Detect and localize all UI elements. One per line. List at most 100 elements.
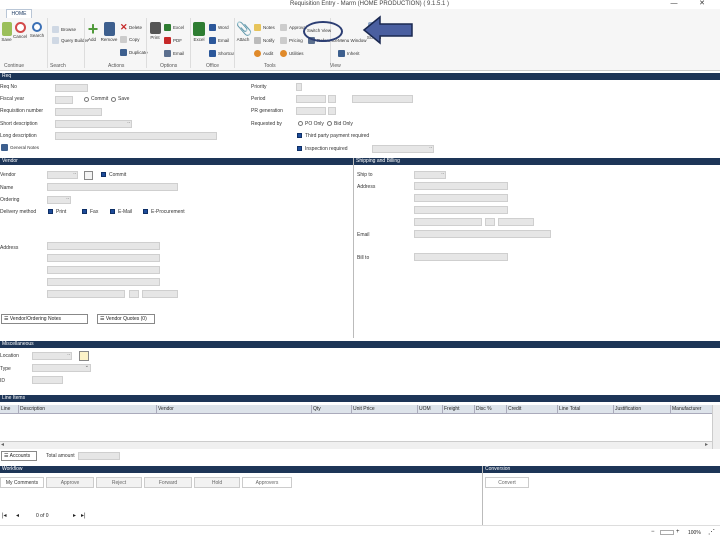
line-items-hscrollbar[interactable]: ◂ ▸ [0, 441, 712, 449]
tab-my-comments[interactable]: My Comments [0, 477, 44, 488]
nav-last-icon[interactable]: ▸| [81, 512, 86, 519]
ship-state-field[interactable] [485, 218, 495, 226]
ship-address-line2[interactable] [414, 194, 508, 202]
accounts-button[interactable]: ☰ Accounts [1, 451, 37, 461]
tab-reject[interactable]: Reject [96, 477, 142, 488]
word-button[interactable]: Word [209, 24, 229, 32]
location-field[interactable]: .. [32, 351, 72, 360]
vendor-ordering-notes-button[interactable]: ☰ Vendor/Ordering Notes [1, 314, 88, 324]
vendor-name-field[interactable] [47, 183, 178, 191]
remove-button[interactable]: Remove [100, 22, 118, 42]
bill-to-field[interactable] [414, 253, 508, 261]
col-line[interactable]: Line [1, 406, 10, 412]
col-uom[interactable]: UOM [419, 406, 431, 412]
minimize-button[interactable]: — [668, 0, 680, 8]
pr-generation-field[interactable] [296, 107, 326, 115]
tab-forward[interactable]: Forward [144, 477, 192, 488]
vendor-commit-checkbox[interactable] [101, 172, 106, 177]
ship-address-line3[interactable] [414, 206, 508, 214]
bid-only-radio[interactable] [327, 121, 332, 126]
shortcut-button[interactable]: Shortcut [209, 50, 235, 58]
attach-button[interactable]: 📎 Attach [236, 22, 252, 43]
requisition-number-field[interactable] [55, 108, 102, 116]
col-qty[interactable]: Qty [313, 406, 321, 412]
short-description-field[interactable]: .. [55, 119, 132, 128]
tab-home[interactable]: HOME [6, 9, 32, 18]
resize-grip-icon[interactable]: ⋰ [708, 528, 715, 536]
save-radio[interactable] [111, 97, 116, 102]
col-line-total[interactable]: Line Total [559, 406, 580, 412]
vendor-city-field[interactable] [47, 290, 125, 298]
delivery-print-checkbox[interactable] [48, 209, 53, 214]
notify-button[interactable]: Notify [254, 37, 275, 45]
ship-email-field[interactable] [414, 230, 551, 238]
zoom-slider[interactable] [660, 530, 674, 535]
vendor-address-line3[interactable] [47, 266, 160, 274]
ship-zip-field[interactable] [498, 218, 534, 226]
delivery-email-checkbox[interactable] [110, 209, 115, 214]
col-manufacturer[interactable]: Manufacturer [672, 406, 701, 412]
general-notes-button[interactable]: General Notes [1, 144, 39, 152]
req-no-field[interactable] [55, 84, 88, 92]
inspection-checkbox[interactable] [297, 146, 302, 151]
third-party-checkbox[interactable] [297, 133, 302, 138]
scroll-right-icon[interactable]: ▸ [705, 441, 708, 448]
col-freight[interactable]: Freight [444, 406, 460, 412]
inspection-field[interactable]: .. [372, 144, 434, 153]
col-unit-price[interactable]: Unit Price [353, 406, 375, 412]
delivery-eprocurement-checkbox[interactable] [143, 209, 148, 214]
vendor-field[interactable]: .. [47, 170, 78, 179]
browse-button[interactable]: Browse [52, 26, 76, 34]
col-credit[interactable]: Credit [508, 406, 521, 412]
id-field[interactable] [32, 376, 63, 384]
pdf-button[interactable]: PDF [164, 37, 182, 45]
pricing-button[interactable]: Pricing [280, 37, 303, 45]
vendor-address-line4[interactable] [47, 278, 160, 286]
ship-to-field[interactable]: .. [414, 170, 446, 179]
cancel-button[interactable]: Cancel [12, 22, 28, 39]
pr-generation-extra-field[interactable] [328, 107, 336, 115]
period-field[interactable] [296, 95, 326, 103]
utilities-button[interactable]: Utilities [280, 50, 304, 58]
zoom-out-icon[interactable]: − [651, 529, 655, 535]
type-field[interactable]: ⌄ [32, 363, 91, 372]
col-disc[interactable]: Disc % [476, 406, 492, 412]
tab-approvers[interactable]: Approvers [242, 477, 292, 488]
delivery-fax-checkbox[interactable] [82, 209, 87, 214]
vendor-zip-field[interactable] [142, 290, 178, 298]
email-button[interactable]: Email [164, 50, 184, 58]
add-button[interactable]: + Add [86, 20, 99, 42]
nav-prev-icon[interactable]: ◂ [16, 512, 19, 519]
print-button[interactable]: Print [148, 22, 162, 40]
delete-button[interactable]: ✕Delete [120, 23, 142, 32]
tab-convert[interactable]: Convert [485, 477, 529, 488]
col-description[interactable]: Description [20, 406, 45, 412]
scroll-left-icon[interactable]: ◂ [1, 441, 4, 448]
col-vendor[interactable]: Vendor [158, 406, 174, 412]
notes-button[interactable]: Notes [254, 24, 275, 32]
excel-list-button[interactable]: Excel [164, 24, 184, 32]
location-lookup-icon[interactable] [79, 351, 89, 361]
ship-address-line1[interactable] [414, 182, 508, 190]
excel-button[interactable]: Excel [192, 22, 206, 42]
vendor-state-field[interactable] [129, 290, 139, 298]
vendor-address-line2[interactable] [47, 254, 160, 262]
col-justification[interactable]: Justification [615, 406, 641, 412]
period-description-field[interactable] [352, 95, 413, 103]
office-email-button[interactable]: Email [209, 37, 229, 45]
nav-first-icon[interactable]: |◂ [2, 512, 7, 519]
nav-next-icon[interactable]: ▸ [73, 512, 76, 519]
duplicate-button[interactable]: Duplicate [120, 49, 148, 57]
fiscal-year-field[interactable] [55, 96, 73, 104]
period-fy-field[interactable] [328, 95, 336, 103]
ordering-field[interactable]: .. [47, 195, 71, 204]
po-only-radio[interactable] [298, 121, 303, 126]
line-items-scrollbar[interactable] [712, 405, 720, 449]
audit-button[interactable]: Audit [254, 50, 273, 58]
ship-city-field[interactable] [414, 218, 482, 226]
long-description-field[interactable] [55, 132, 217, 140]
vendor-quotes-button[interactable]: ☰ Vendor Quotes (0) [97, 314, 155, 324]
priority-field[interactable] [296, 83, 302, 91]
vendor-lookup-icon[interactable] [84, 171, 93, 180]
inherit-button[interactable]: Inherit [338, 50, 360, 58]
